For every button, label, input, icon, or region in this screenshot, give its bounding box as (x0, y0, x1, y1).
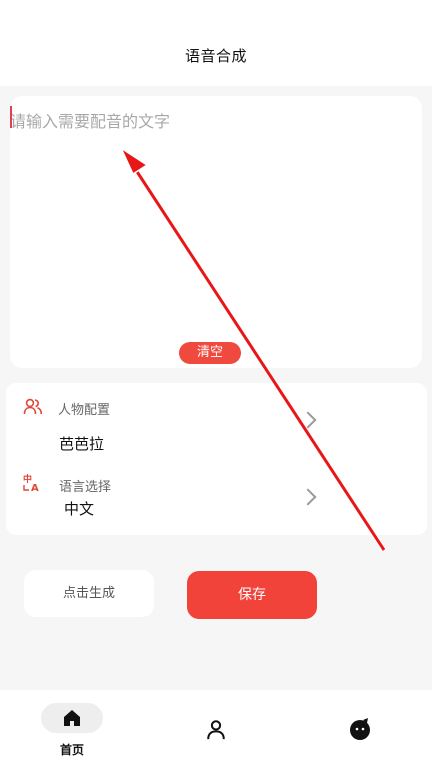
character-config-row[interactable]: 人物配置 芭芭拉 (6, 383, 427, 459)
page-title: 语音合成 (184, 47, 247, 65)
language-select-label: 语言选择 (59, 480, 112, 495)
save-button[interactable]: 保存 (187, 571, 317, 619)
character-config-value: 芭芭拉 (59, 435, 105, 453)
tab-mascot[interactable] (320, 690, 400, 768)
chevron-right-icon (299, 411, 317, 429)
config-card: 人物配置 芭芭拉 中 A 语言选择 中文 (6, 383, 427, 535)
generate-button[interactable]: 点击生成 (24, 570, 154, 617)
mascot-icon (350, 718, 370, 740)
translate-icon: 中 A (23, 473, 39, 493)
tab-home-label: 首页 (59, 743, 84, 757)
app-header: 语音合成 (0, 0, 432, 86)
svg-text:A: A (31, 483, 39, 493)
character-config-label: 人物配置 (58, 403, 111, 418)
language-select-row[interactable]: 中 A 语言选择 中文 (6, 459, 427, 535)
clear-button[interactable]: 清空 (179, 342, 241, 364)
bottom-tab-bar: 首页 (0, 690, 432, 768)
chevron-right-icon (299, 488, 317, 506)
text-cursor (10, 106, 12, 128)
tab-home[interactable]: 首页 (20, 690, 124, 768)
person-icon (207, 720, 225, 740)
text-input-card: 清空 (10, 96, 422, 368)
tab-profile[interactable] (176, 690, 256, 768)
home-icon (64, 710, 80, 726)
tts-text-input[interactable] (10, 96, 422, 326)
people-icon (23, 398, 43, 415)
language-select-value: 中文 (64, 500, 95, 518)
